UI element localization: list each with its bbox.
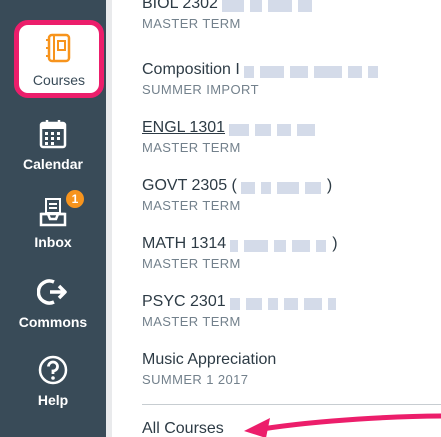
calendar-icon — [35, 116, 71, 152]
nav-commons-label: Commons — [18, 314, 88, 330]
nav-inbox-label: Inbox — [34, 234, 72, 250]
course-term: MASTER TERM — [142, 256, 241, 271]
course-name-suffix: ) — [332, 235, 338, 252]
course-term: MASTER TERM — [142, 314, 241, 329]
redacted-text — [230, 238, 332, 252]
global-nav: Courses Calendar 1 Inbox Commons Help — [0, 0, 112, 437]
help-icon — [35, 352, 71, 388]
nav-help[interactable]: Help — [0, 342, 106, 418]
course-item[interactable]: BIOL 2302 MASTER TERM — [142, 0, 441, 33]
course-item[interactable]: ENGL 1301 MASTER TERM — [142, 118, 441, 157]
course-item[interactable]: Composition I SUMMER IMPORT — [142, 60, 441, 99]
commons-icon — [35, 274, 71, 310]
nav-calendar-label: Calendar — [23, 156, 83, 172]
course-item[interactable]: GOVT 2305 () MASTER TERM — [142, 176, 441, 215]
course-name: BIOL 2302 — [142, 0, 218, 12]
course-term: SUMMER 1 2017 — [142, 372, 249, 387]
course-term: SUMMER IMPORT — [142, 82, 259, 97]
course-name: MATH 1314 — [142, 235, 227, 252]
course-name: Music Appreciation — [142, 351, 277, 368]
course-item[interactable]: PSYC 2301 MASTER TERM — [142, 292, 441, 331]
course-item[interactable]: MATH 1314) MASTER TERM — [142, 234, 441, 273]
course-name: GOVT 2305 ( — [142, 177, 237, 194]
nav-courses[interactable]: Courses — [14, 20, 104, 98]
redacted-text — [229, 296, 342, 310]
nav-help-label: Help — [37, 392, 69, 408]
course-term: MASTER TERM — [142, 140, 241, 155]
arrow-annotation — [244, 413, 441, 437]
all-courses-link[interactable]: All Courses — [142, 420, 224, 437]
course-term: MASTER TERM — [142, 198, 241, 213]
nav-commons[interactable]: Commons — [0, 264, 106, 340]
redacted-text — [221, 0, 318, 12]
book-icon — [41, 30, 77, 66]
nav-calendar[interactable]: Calendar — [0, 106, 106, 182]
inbox-unread-badge: 1 — [64, 188, 86, 210]
nav-courses-label: Courses — [32, 72, 86, 88]
redacted-text — [243, 64, 384, 78]
course-item[interactable]: Music Appreciation SUMMER 1 2017 — [142, 350, 441, 389]
courses-tray: BIOL 2302 MASTER TERM Composition I SUMM… — [118, 0, 441, 437]
nav-inbox[interactable]: 1 Inbox — [0, 184, 106, 260]
course-term: MASTER TERM — [142, 16, 241, 31]
course-name: ENGL 1301 — [142, 119, 226, 136]
course-name-suffix: ) — [326, 177, 333, 194]
course-name: PSYC 2301 — [142, 293, 226, 310]
redacted-text — [229, 122, 321, 136]
course-name: Composition I — [142, 61, 240, 78]
redacted-text — [240, 180, 327, 194]
